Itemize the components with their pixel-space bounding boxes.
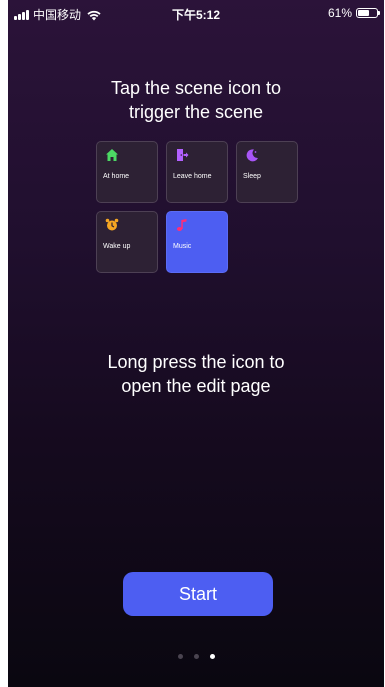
tap-instruction-line-1: Tap the scene icon to xyxy=(110,78,282,98)
battery-percent: 61% xyxy=(327,6,352,20)
scene-label: Leave home xyxy=(173,173,212,180)
page-dot[interactable] xyxy=(193,654,199,659)
onboarding-screen: 中国移动 下午5:12 61% Tap the scene icon to tr… xyxy=(8,0,384,687)
house-icon xyxy=(106,149,118,161)
battery-level-fill xyxy=(358,10,369,16)
scene-label: At home xyxy=(103,173,130,180)
scene-label: Music xyxy=(173,243,192,250)
tap-instruction: Tap the scene icon to trigger the scene xyxy=(8,76,384,124)
scene-label: Wake up xyxy=(103,243,131,250)
music-note-icon xyxy=(176,219,187,231)
scene-label: Sleep xyxy=(243,173,261,180)
scene-tile-leave-home[interactable]: Leave home xyxy=(166,141,228,203)
scene-tile-at-home[interactable]: At home xyxy=(96,141,158,203)
long-press-instruction-line-2: open the edit page xyxy=(121,376,271,396)
scene-tile-wake-up[interactable]: Wake up xyxy=(96,211,158,273)
tap-instruction-line-2: trigger the scene xyxy=(128,102,264,122)
status-right: 61% xyxy=(327,6,380,20)
scene-tile-music[interactable]: Music xyxy=(166,211,228,273)
scene-grid: At home Leave home Sleep Wake up Music xyxy=(96,141,306,303)
start-button[interactable]: Start xyxy=(123,572,273,616)
page-dot[interactable] xyxy=(209,654,215,659)
door-exit-icon xyxy=(177,149,189,161)
battery-icon xyxy=(356,8,380,18)
page-indicator xyxy=(8,654,384,659)
long-press-instruction-line-1: Long press the icon to xyxy=(107,352,285,372)
scene-tile-sleep[interactable]: Sleep xyxy=(236,141,298,203)
long-press-instruction: Long press the icon to open the edit pag… xyxy=(8,350,384,398)
alarm-clock-icon xyxy=(105,218,119,231)
moon-icon xyxy=(246,149,258,162)
status-bar: 中国移动 下午5:12 61% xyxy=(8,0,384,24)
page-dot[interactable] xyxy=(177,654,183,659)
